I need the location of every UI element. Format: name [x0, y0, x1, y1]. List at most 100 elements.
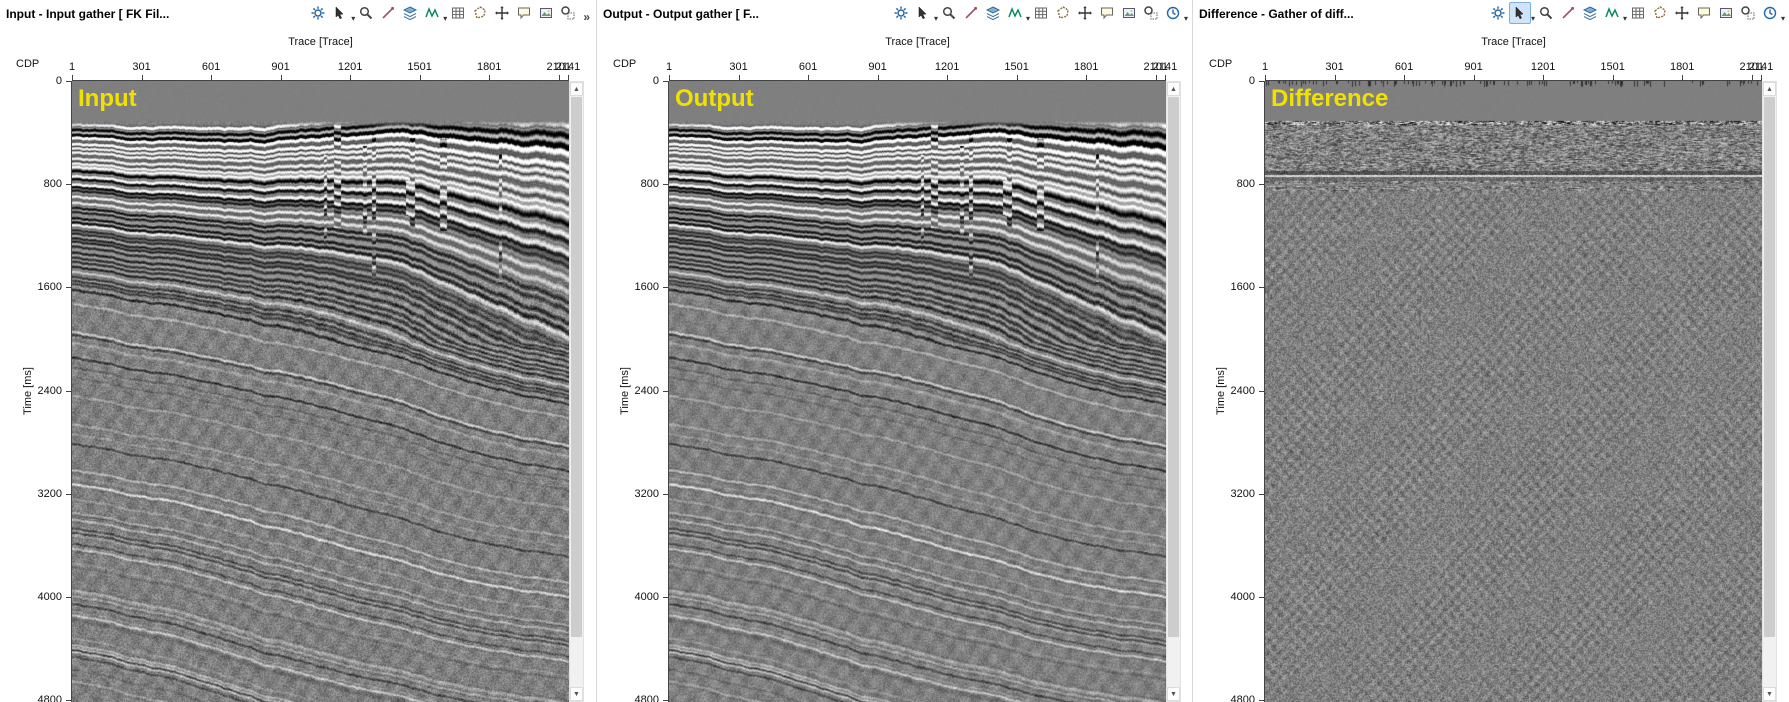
annotation-icon[interactable] [513, 2, 535, 24]
x-tick-label: 301 [132, 61, 151, 73]
zoom-icon[interactable] [355, 2, 377, 24]
pan-icon[interactable] [491, 2, 513, 24]
export-icon[interactable] [535, 2, 557, 24]
x-tick-mark [1155, 75, 1157, 80]
polygon-icon[interactable] [1052, 2, 1074, 24]
scroll-down-button[interactable]: ▼ [1167, 687, 1180, 701]
export-icon[interactable] [1118, 2, 1140, 24]
dropdown-arrow-icon[interactable]: ▾ [1781, 14, 1785, 23]
annotation-icon[interactable] [1693, 2, 1715, 24]
y-tick-mark [66, 596, 71, 598]
scroll-up-button[interactable]: ▲ [1167, 82, 1180, 96]
x-tick-mark [1543, 75, 1545, 80]
x-tick-mark [947, 75, 949, 80]
annotation-icon[interactable] [1096, 2, 1118, 24]
pan-icon[interactable] [1671, 2, 1693, 24]
settings-icon[interactable] [890, 2, 912, 24]
x-tick-label: 1201 [337, 61, 363, 73]
select-icon[interactable] [1508, 2, 1531, 24]
panel-title: Input - Input gather [ FK Fil... [6, 7, 170, 21]
scroll-down-button[interactable]: ▼ [570, 687, 583, 701]
scroll-up-button[interactable]: ▲ [1763, 82, 1776, 96]
scroll-up-button[interactable]: ▲ [570, 82, 583, 96]
y-tick-label: 800 [43, 178, 62, 191]
seismic-image[interactable] [72, 81, 569, 702]
y-tick-mark [663, 700, 668, 701]
x-tick-mark [669, 75, 670, 80]
snap-icon[interactable] [960, 2, 982, 24]
panel-toolbar: Output - Output gather [ F... ▾ ▾ ▾ [597, 0, 1192, 28]
x-tick-mark [1612, 75, 1614, 80]
y-tick-mark [663, 390, 668, 392]
y-tick-mark [663, 81, 668, 82]
seismic-image[interactable] [1265, 81, 1762, 702]
x-tick-mark [489, 75, 491, 80]
settings-icon[interactable] [1487, 2, 1509, 24]
zoom-area-icon[interactable] [1737, 2, 1759, 24]
wiggle-icon[interactable] [1004, 2, 1026, 24]
cdp-label: CDP [16, 58, 40, 70]
y-tick-mark [1259, 287, 1264, 289]
scrollbar-thumb[interactable] [571, 97, 582, 637]
y-tick-mark [663, 493, 668, 495]
y-tick-mark [66, 493, 71, 495]
x-tick-label: 601 [201, 61, 221, 73]
seismic-image[interactable] [669, 81, 1166, 702]
history-icon[interactable] [1162, 2, 1184, 24]
y-tick-mark [1259, 184, 1264, 186]
x-tick-label: 1 [665, 61, 673, 73]
layers-icon[interactable] [399, 2, 421, 24]
y-tick-label: 4800 [37, 694, 62, 702]
zoom-icon[interactable] [938, 2, 960, 24]
x-tick-label: 2141 [1748, 61, 1774, 73]
wiggle-icon[interactable] [1601, 2, 1623, 24]
vertical-scrollbar[interactable]: ▲ ▼ [569, 81, 584, 702]
zoom-area-icon[interactable] [1140, 2, 1162, 24]
y-tick-label: 800 [1236, 178, 1255, 191]
layers-icon[interactable] [982, 2, 1004, 24]
scrollbar-thumb[interactable] [1764, 97, 1775, 637]
layers-icon[interactable] [1579, 2, 1601, 24]
spreadsheet-icon[interactable] [1030, 2, 1052, 24]
export-icon[interactable] [1715, 2, 1737, 24]
y-tick-label: 1600 [1230, 281, 1255, 294]
toolbar-overflow-indicator[interactable]: » [579, 10, 592, 24]
y-axis-title: Time [ms] [619, 367, 631, 415]
polygon-icon[interactable] [1649, 2, 1671, 24]
snap-icon[interactable] [377, 2, 399, 24]
y-axis-ticks: 0 800 1600 2400 3200 4000 4800 [0, 75, 72, 702]
y-tick-mark [1259, 596, 1264, 598]
spreadsheet-icon[interactable] [447, 2, 469, 24]
spreadsheet-icon[interactable] [1627, 2, 1649, 24]
vertical-scrollbar[interactable]: ▲ ▼ [1166, 81, 1181, 702]
history-icon[interactable] [1759, 2, 1781, 24]
zoom-area-icon[interactable] [557, 2, 579, 24]
zoom-icon[interactable] [1535, 2, 1557, 24]
polygon-icon[interactable] [469, 2, 491, 24]
x-tick-label: 2141 [555, 61, 581, 73]
x-tick-mark [419, 75, 421, 80]
select-icon[interactable] [912, 2, 934, 24]
x-tick-mark [1016, 75, 1018, 80]
y-tick-label: 0 [1248, 75, 1255, 87]
wiggle-icon[interactable] [421, 2, 443, 24]
y-tick-label: 2400 [37, 384, 62, 397]
scrollbar-thumb[interactable] [1168, 97, 1179, 637]
x-tick-label: 1501 [1004, 61, 1029, 73]
x-tick-mark [1682, 75, 1684, 80]
pan-icon[interactable] [1074, 2, 1096, 24]
select-icon[interactable] [329, 2, 351, 24]
x-tick-label: 601 [1394, 61, 1414, 73]
dropdown-arrow-icon[interactable]: ▾ [1184, 14, 1188, 23]
settings-icon[interactable] [307, 2, 329, 24]
y-tick-label: 2400 [1230, 384, 1255, 397]
scroll-down-button[interactable]: ▼ [1763, 687, 1776, 701]
y-tick-label: 3200 [37, 487, 62, 500]
y-tick-label: 4800 [1230, 694, 1255, 702]
y-tick-mark [66, 184, 71, 186]
vertical-scrollbar[interactable]: ▲ ▼ [1762, 81, 1777, 702]
x-tick-mark [211, 75, 213, 80]
x-tick-label: 1501 [407, 61, 432, 73]
snap-icon[interactable] [1557, 2, 1579, 24]
x-tick-label: 1201 [1530, 61, 1556, 73]
